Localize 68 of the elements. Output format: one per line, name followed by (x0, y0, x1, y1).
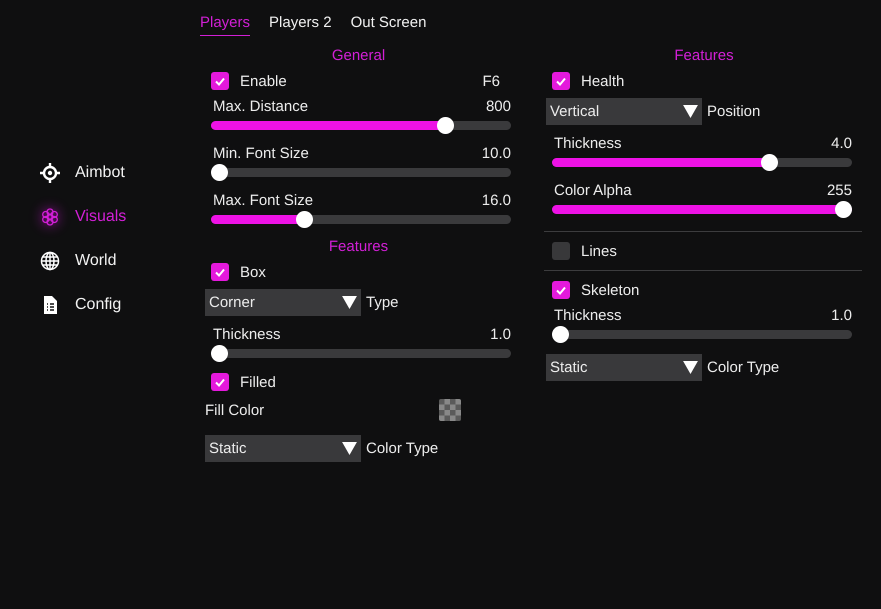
section-heading: Features (674, 46, 734, 66)
checkbox-label: Enable (240, 72, 287, 90)
slider-value: 800 (486, 98, 511, 114)
dropdown-label: Position (707, 103, 760, 120)
slider-thumb[interactable] (296, 211, 313, 228)
slider-label: Max. Distance (213, 98, 308, 114)
globe-icon (40, 251, 60, 271)
checkbox-label: Health (581, 72, 624, 90)
dropdown-label: Color Type (707, 359, 780, 376)
color-swatch[interactable] (439, 399, 461, 421)
section-heading: General (332, 46, 386, 66)
checkbox[interactable] (552, 72, 570, 90)
slider-value: 16.0 (482, 192, 511, 208)
checkbox-label: Skeleton (581, 282, 640, 298)
slider-value: 255 (826, 182, 852, 198)
dropdown[interactable]: Corner (205, 289, 361, 316)
slider-label: Max. Font Size (213, 192, 314, 208)
checkbox[interactable] (552, 242, 570, 260)
slider-label: Thickness (554, 306, 622, 324)
slider-value: 1.0 (490, 326, 511, 342)
section-heading: Features (328, 237, 388, 257)
slider-thumb[interactable] (835, 201, 852, 218)
tab[interactable]: Players 2 (269, 12, 332, 35)
slider-value: 10.0 (482, 144, 511, 162)
slider[interactable] (211, 117, 511, 134)
caret-icon (683, 361, 698, 374)
caret-icon (342, 442, 357, 455)
checkbox[interactable] (552, 281, 570, 299)
slider-thumb[interactable] (211, 345, 228, 362)
sidebar-item[interactable]: Visuals (40, 204, 126, 230)
slider-thumb[interactable] (761, 154, 778, 171)
checkbox-label: Lines (581, 242, 617, 260)
slider[interactable] (211, 345, 511, 362)
slider-thumb[interactable] (552, 326, 569, 343)
crosshair-icon (40, 163, 60, 183)
checkbox-label: Filled (240, 374, 276, 390)
slider[interactable] (552, 326, 852, 343)
slider-label: Thickness (554, 134, 622, 152)
slider[interactable] (552, 201, 852, 218)
slider[interactable] (211, 211, 511, 228)
dropdown-label: Color Type (366, 440, 438, 457)
tab[interactable]: Out Screen (350, 12, 426, 35)
flower-icon (40, 207, 60, 227)
slider[interactable] (552, 154, 852, 171)
caret-icon (342, 296, 357, 309)
dropdown-label: Type (366, 294, 399, 311)
checkbox[interactable] (211, 373, 229, 391)
dropdown[interactable]: Vertical (546, 98, 702, 125)
checkbox[interactable] (211, 72, 229, 90)
slider-label: Min. Font Size (213, 144, 309, 162)
slider[interactable] (211, 164, 511, 181)
slider-thumb[interactable] (211, 164, 228, 181)
dropdown[interactable]: Static (205, 435, 361, 462)
slider-label: Color Alpha (554, 182, 632, 198)
slider-value: 1.0 (831, 306, 852, 324)
slider-label: Thickness (213, 326, 281, 342)
slider-thumb[interactable] (437, 117, 454, 134)
hotkey-label: F6 (482, 72, 500, 90)
tab[interactable]: Players (200, 12, 250, 36)
sidebar-item[interactable]: World (40, 248, 116, 274)
caret-icon (683, 105, 698, 118)
dropdown[interactable]: Static (546, 354, 702, 381)
color-label: Fill Color (205, 402, 264, 418)
sidebar-item[interactable]: Aimbot (40, 160, 125, 186)
slider-value: 4.0 (831, 134, 852, 152)
checkbox[interactable] (211, 263, 229, 281)
checkbox-label: Box (240, 264, 266, 280)
sidebar-item[interactable]: Config (40, 292, 122, 318)
